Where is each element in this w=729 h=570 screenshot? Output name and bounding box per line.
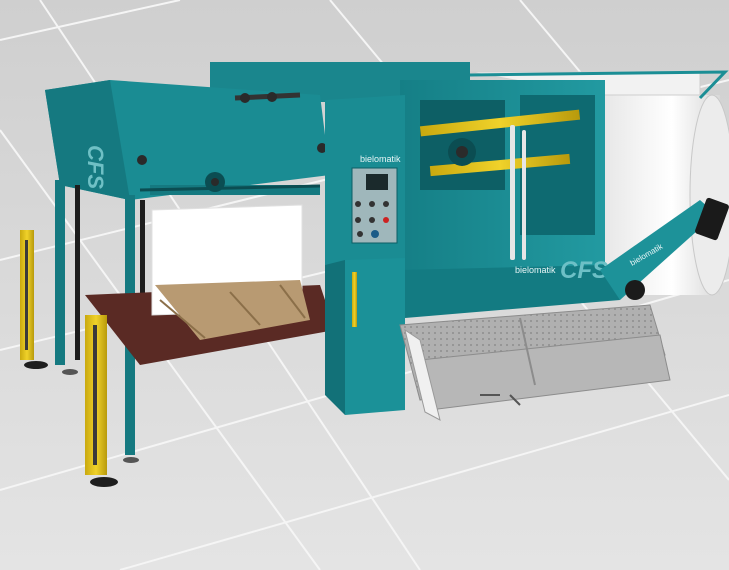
control-cabinet: bielomatik	[325, 95, 405, 415]
brand-label-cabinet: bielomatik	[360, 154, 401, 164]
model-label-front: CFS	[83, 145, 108, 189]
brand-label-side: bielomatik	[515, 265, 556, 275]
machine-scene: bielomatik CFS bielomatik CFS bielomatik	[0, 0, 729, 570]
